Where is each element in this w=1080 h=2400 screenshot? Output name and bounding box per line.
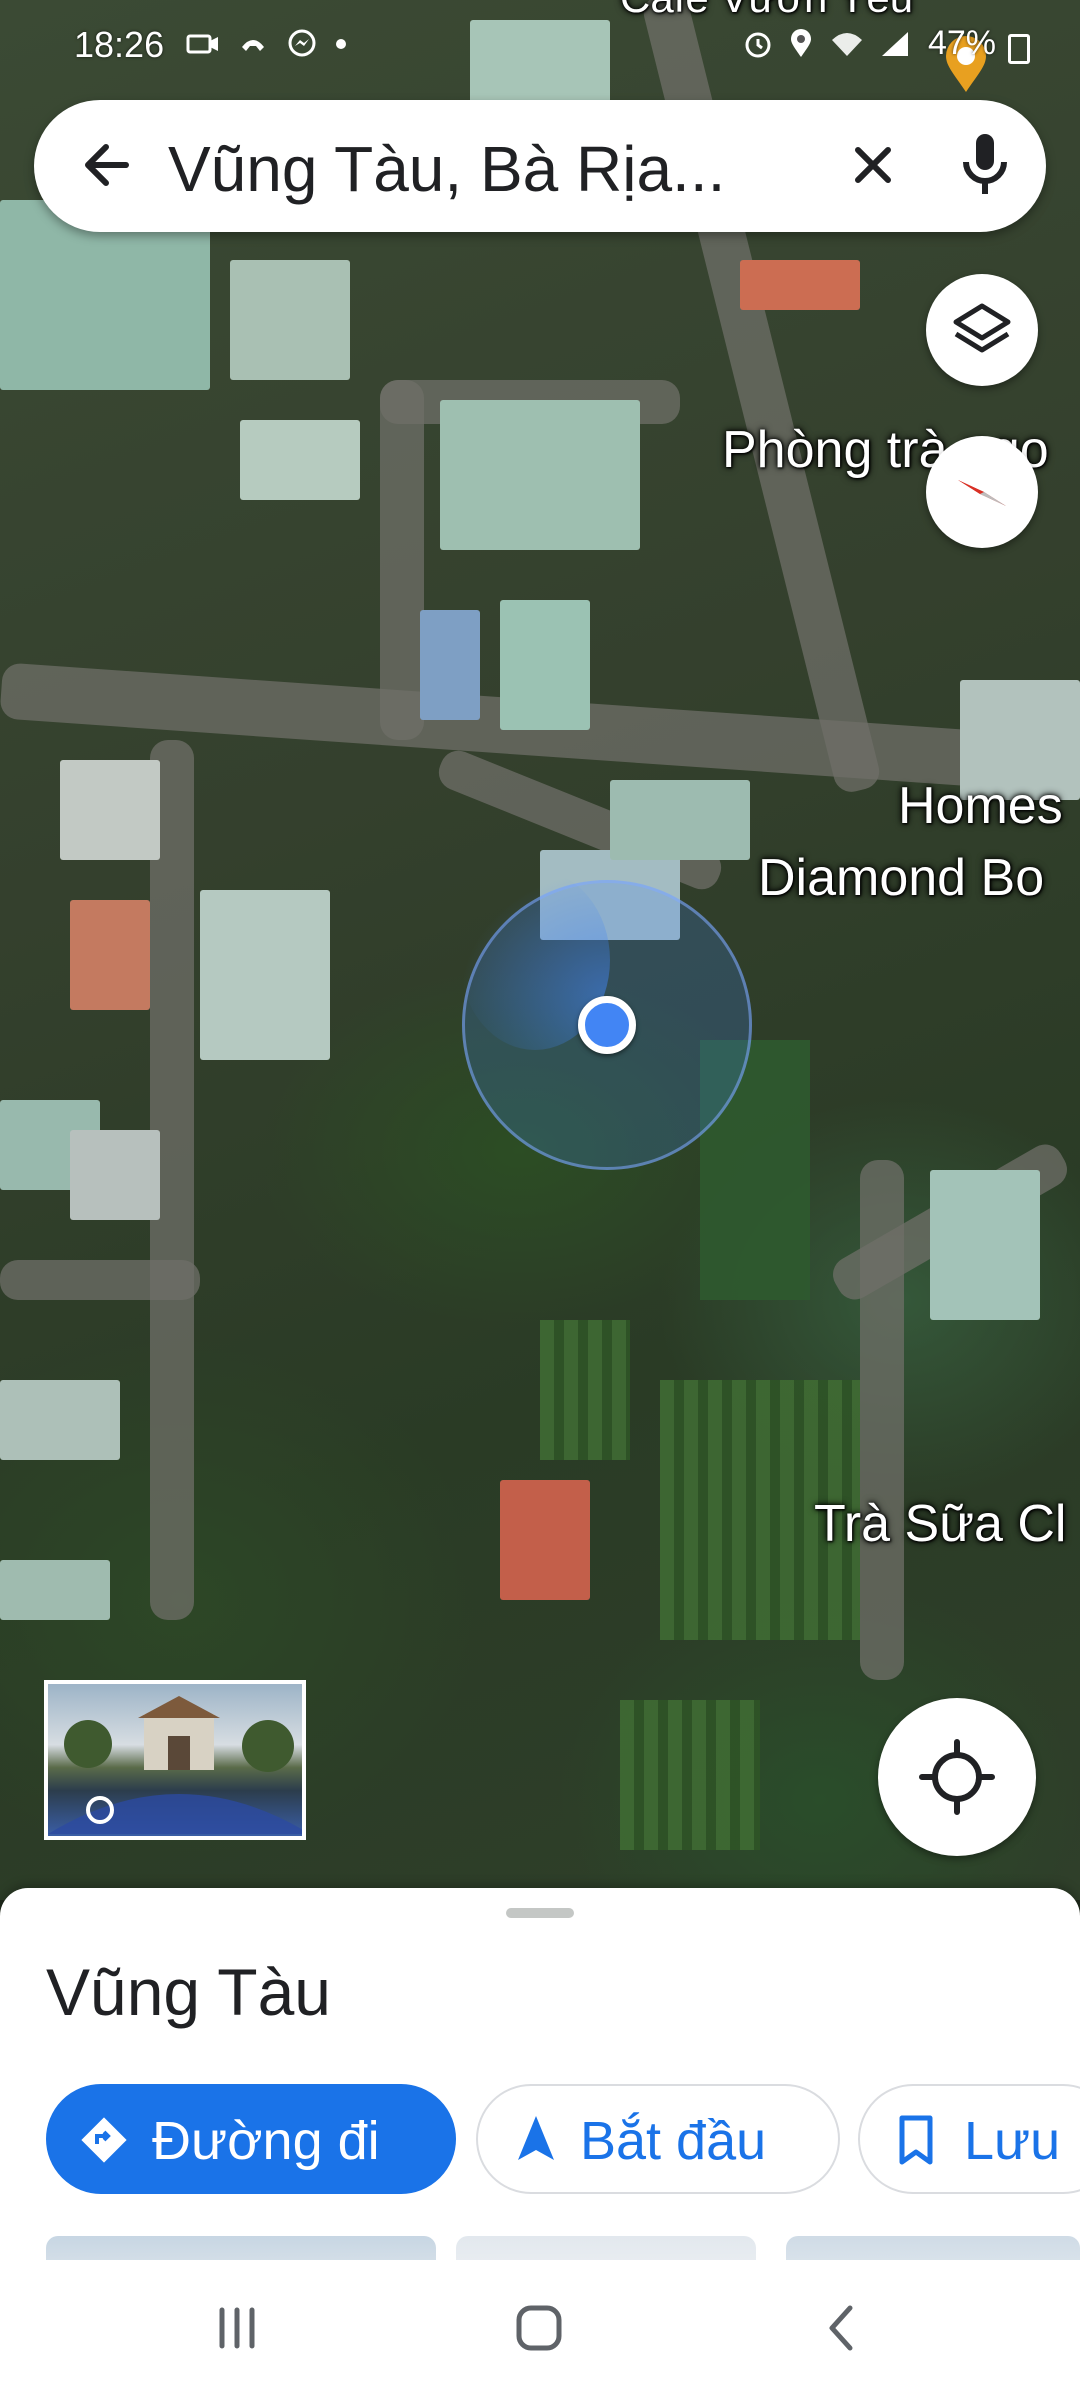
compass-icon (958, 480, 1006, 506)
home-button[interactable] (494, 2288, 584, 2368)
place-title: Vũng Tàu (46, 1955, 332, 2029)
building (70, 1130, 160, 1220)
dot-icon (336, 39, 347, 50)
map-label-diamond[interactable]: Diamond Bo (758, 848, 1044, 908)
layers-button[interactable] (926, 274, 1038, 386)
layers-icon (953, 303, 1011, 353)
building (200, 890, 330, 1060)
building (440, 400, 640, 550)
my-location-button[interactable] (878, 1698, 1036, 1856)
home-icon (516, 2305, 562, 2351)
status-bar: 18:26 47% (0, 0, 1080, 90)
building (240, 420, 360, 500)
compass-button[interactable] (926, 436, 1038, 548)
system-navigation-bar (0, 2260, 1080, 2400)
notification-icons (186, 26, 347, 60)
building (0, 1560, 110, 1620)
map-label-tra-sua[interactable]: Trà Sữa Cl (814, 1494, 1066, 1554)
directions-label: Đường đi (152, 2111, 380, 2171)
save-button[interactable]: Lưu (858, 2084, 1080, 2194)
map-road (380, 380, 424, 740)
satellite-map[interactable]: Café Vườn Yêu Phòng trà ngo Homes Diamon… (0, 0, 1080, 1900)
directions-icon (81, 2117, 127, 2163)
video-icon (186, 34, 218, 54)
building (60, 760, 160, 860)
building (610, 780, 750, 860)
building (500, 600, 590, 730)
building (500, 1480, 590, 1600)
building (230, 260, 350, 380)
current-location-dot[interactable] (578, 996, 636, 1054)
location-icon (791, 29, 812, 58)
building (0, 1380, 120, 1460)
back-arrow-icon[interactable] (72, 130, 142, 200)
start-button[interactable]: Bắt đầu (476, 2084, 840, 2194)
recent-apps-button[interactable] (192, 2288, 282, 2368)
sheet-drag-handle[interactable] (506, 1908, 574, 1918)
search-query-text[interactable]: Vũng Tàu, Bà Rịa... (168, 132, 818, 206)
microphone-icon[interactable] (950, 128, 1020, 204)
system-icons (743, 26, 910, 60)
back-chevron-icon (829, 2305, 853, 2351)
search-bar[interactable]: Vũng Tàu, Bà Rịa... (34, 100, 1046, 232)
status-time: 18:26 (74, 24, 165, 65)
battery-icon (1008, 34, 1030, 64)
clear-icon[interactable] (838, 130, 908, 200)
building (70, 900, 150, 1010)
start-label: Bắt đầu (580, 2111, 767, 2171)
navigation-arrow-icon (518, 2116, 554, 2160)
bookmark-icon (899, 2115, 933, 2165)
street-view-thumbnail[interactable] (44, 1680, 306, 1840)
map-road (0, 1260, 200, 1300)
battery-percent: 47% (927, 24, 996, 62)
save-label: Lưu (964, 2111, 1061, 2171)
crop-field (620, 1700, 760, 1850)
messenger-icon (288, 29, 316, 57)
call-icon (242, 40, 265, 52)
building (420, 610, 480, 720)
wifi-icon (831, 33, 862, 57)
directions-button[interactable]: Đường đi (46, 2084, 456, 2194)
building (930, 1170, 1040, 1320)
signal-icon (882, 32, 908, 57)
back-button[interactable] (796, 2288, 886, 2368)
recent-apps-icon (219, 2307, 255, 2349)
crop-field (540, 1320, 630, 1460)
alarm-icon (745, 32, 771, 58)
map-label-homes[interactable]: Homes (898, 776, 1063, 836)
building (740, 260, 860, 310)
my-location-icon (919, 1739, 995, 1815)
